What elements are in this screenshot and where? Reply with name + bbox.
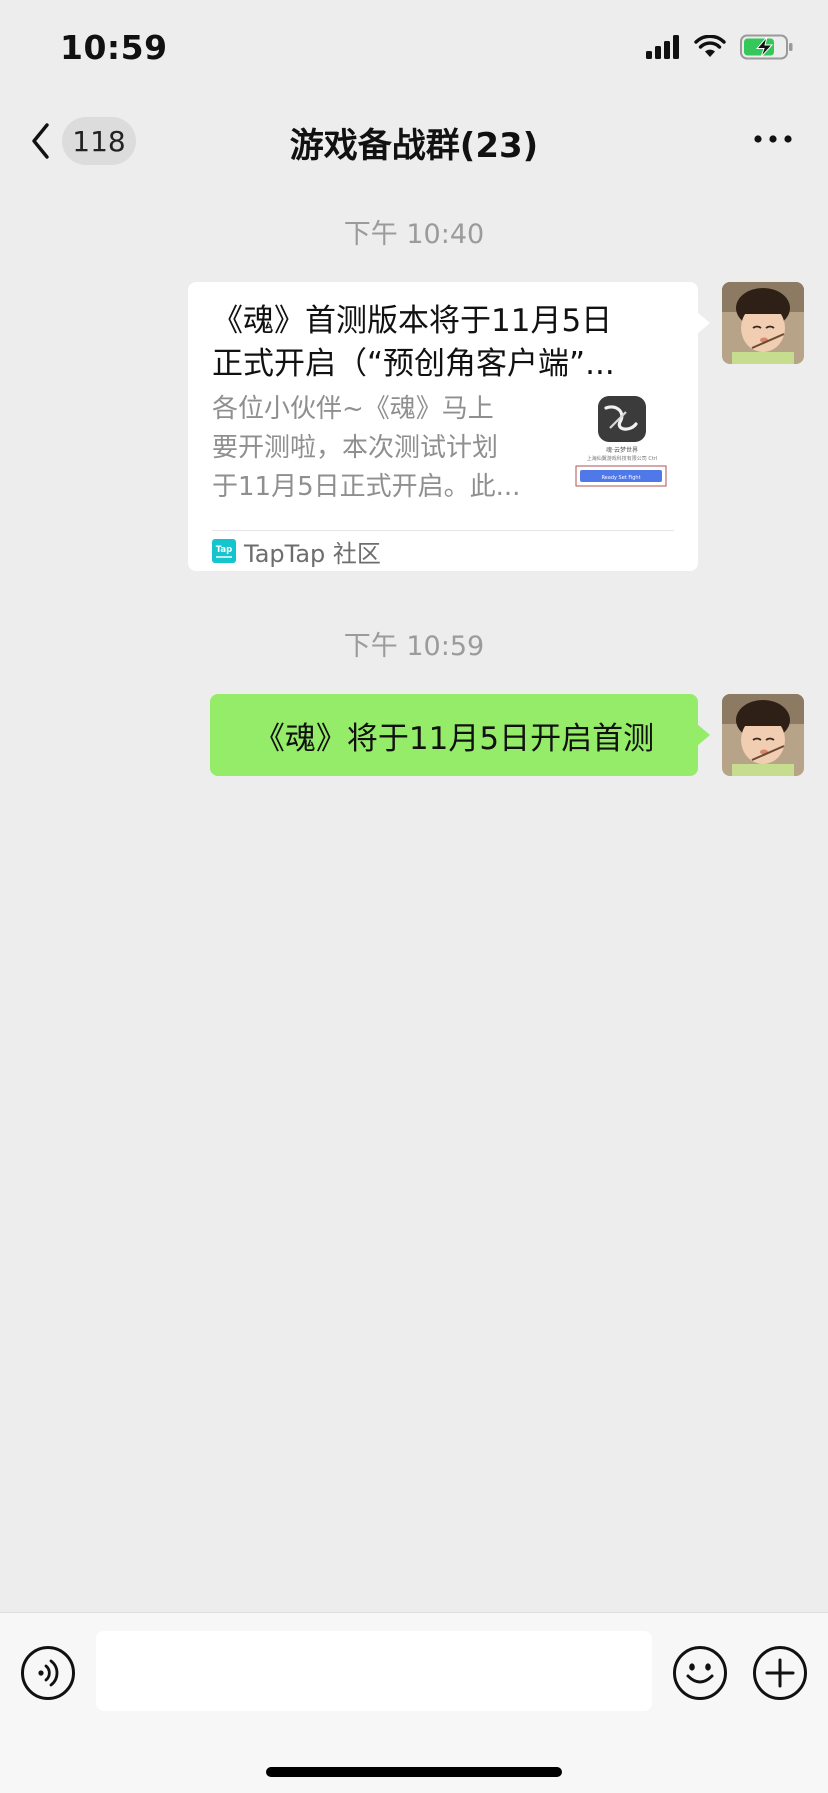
status-icons [646, 34, 794, 60]
avatar[interactable] [722, 282, 804, 364]
battery-charging-icon [740, 34, 793, 60]
link-card-thumbnail: 魂·云梦世界 上海仙翼游戏科技有限公司 Ctrl Ready Set Fight [570, 394, 670, 494]
link-card-desc-line: 要开测啦，本次测试计划 [212, 433, 499, 463]
thumb-button-label: Ready Set Fight [601, 475, 640, 481]
link-card-desc-line: 各位小伙伴~《魂》马上 [212, 394, 494, 424]
link-card-source: Tap TapTap 社区 [212, 536, 381, 568]
link-card-desc-line: 于11月5日正式开启。此... [212, 472, 521, 502]
thumb-subcaption: 上海仙翼游戏科技有限公司 Ctrl [587, 455, 658, 462]
emoji-button[interactable] [672, 1645, 728, 1701]
link-card-title: 《魂》首测版本将于11月5日 正式开启（“预创角客户端”... [212, 300, 682, 386]
message-input-bar [0, 1612, 828, 1793]
link-card-title-line: 《魂》首测版本将于11月5日 [212, 303, 613, 339]
status-time: 10:59 [60, 28, 168, 67]
taptap-logo-text: Tap [216, 545, 233, 555]
link-card-message[interactable]: 《魂》首测版本将于11月5日 正式开启（“预创角客户端”... 各位小伙伴~《魂… [188, 282, 710, 571]
link-card-source-name: TapTap 社区 [244, 539, 381, 568]
cellular-signal-icon [646, 35, 679, 59]
avatar-image [722, 694, 804, 776]
text-message-bubble[interactable]: 《魂》将于11月5日开启首测 [210, 694, 710, 776]
wifi-icon [694, 35, 726, 57]
voice-icon [21, 1646, 75, 1700]
message-timestamp: 下午 10:59 [343, 631, 485, 662]
message-text-input[interactable] [96, 1631, 652, 1711]
link-card-title-line: 正式开启（“预创角客户端”... [212, 346, 615, 382]
avatar[interactable] [722, 694, 804, 776]
taptap-logo-icon: Tap [212, 539, 236, 563]
voice-input-button[interactable] [20, 1645, 76, 1701]
chat-header: 118 游戏备战群(23) [0, 100, 828, 180]
plus-icon [753, 1646, 807, 1700]
status-bar: 10:59 [0, 0, 828, 96]
link-card-divider [212, 530, 674, 531]
message-timestamp: 下午 10:40 [343, 219, 485, 250]
link-card-description: 各位小伙伴~《魂》马上 要开测啦，本次测试计划 于11月5日正式开启。此... [212, 390, 542, 507]
emoji-icon [673, 1646, 727, 1700]
more-functions-button[interactable] [752, 1645, 808, 1701]
avatar-image [722, 282, 804, 364]
thumb-caption: 魂·云梦世界 [606, 446, 638, 454]
game-app-icon: 魂·云梦世界 上海仙翼游戏科技有限公司 Ctrl Ready Set Fight [570, 394, 670, 494]
ellipsis-icon [754, 135, 792, 143]
more-options-button[interactable] [748, 124, 798, 154]
home-indicator [266, 1767, 562, 1777]
chat-title: 游戏备战群(23) [289, 126, 539, 166]
